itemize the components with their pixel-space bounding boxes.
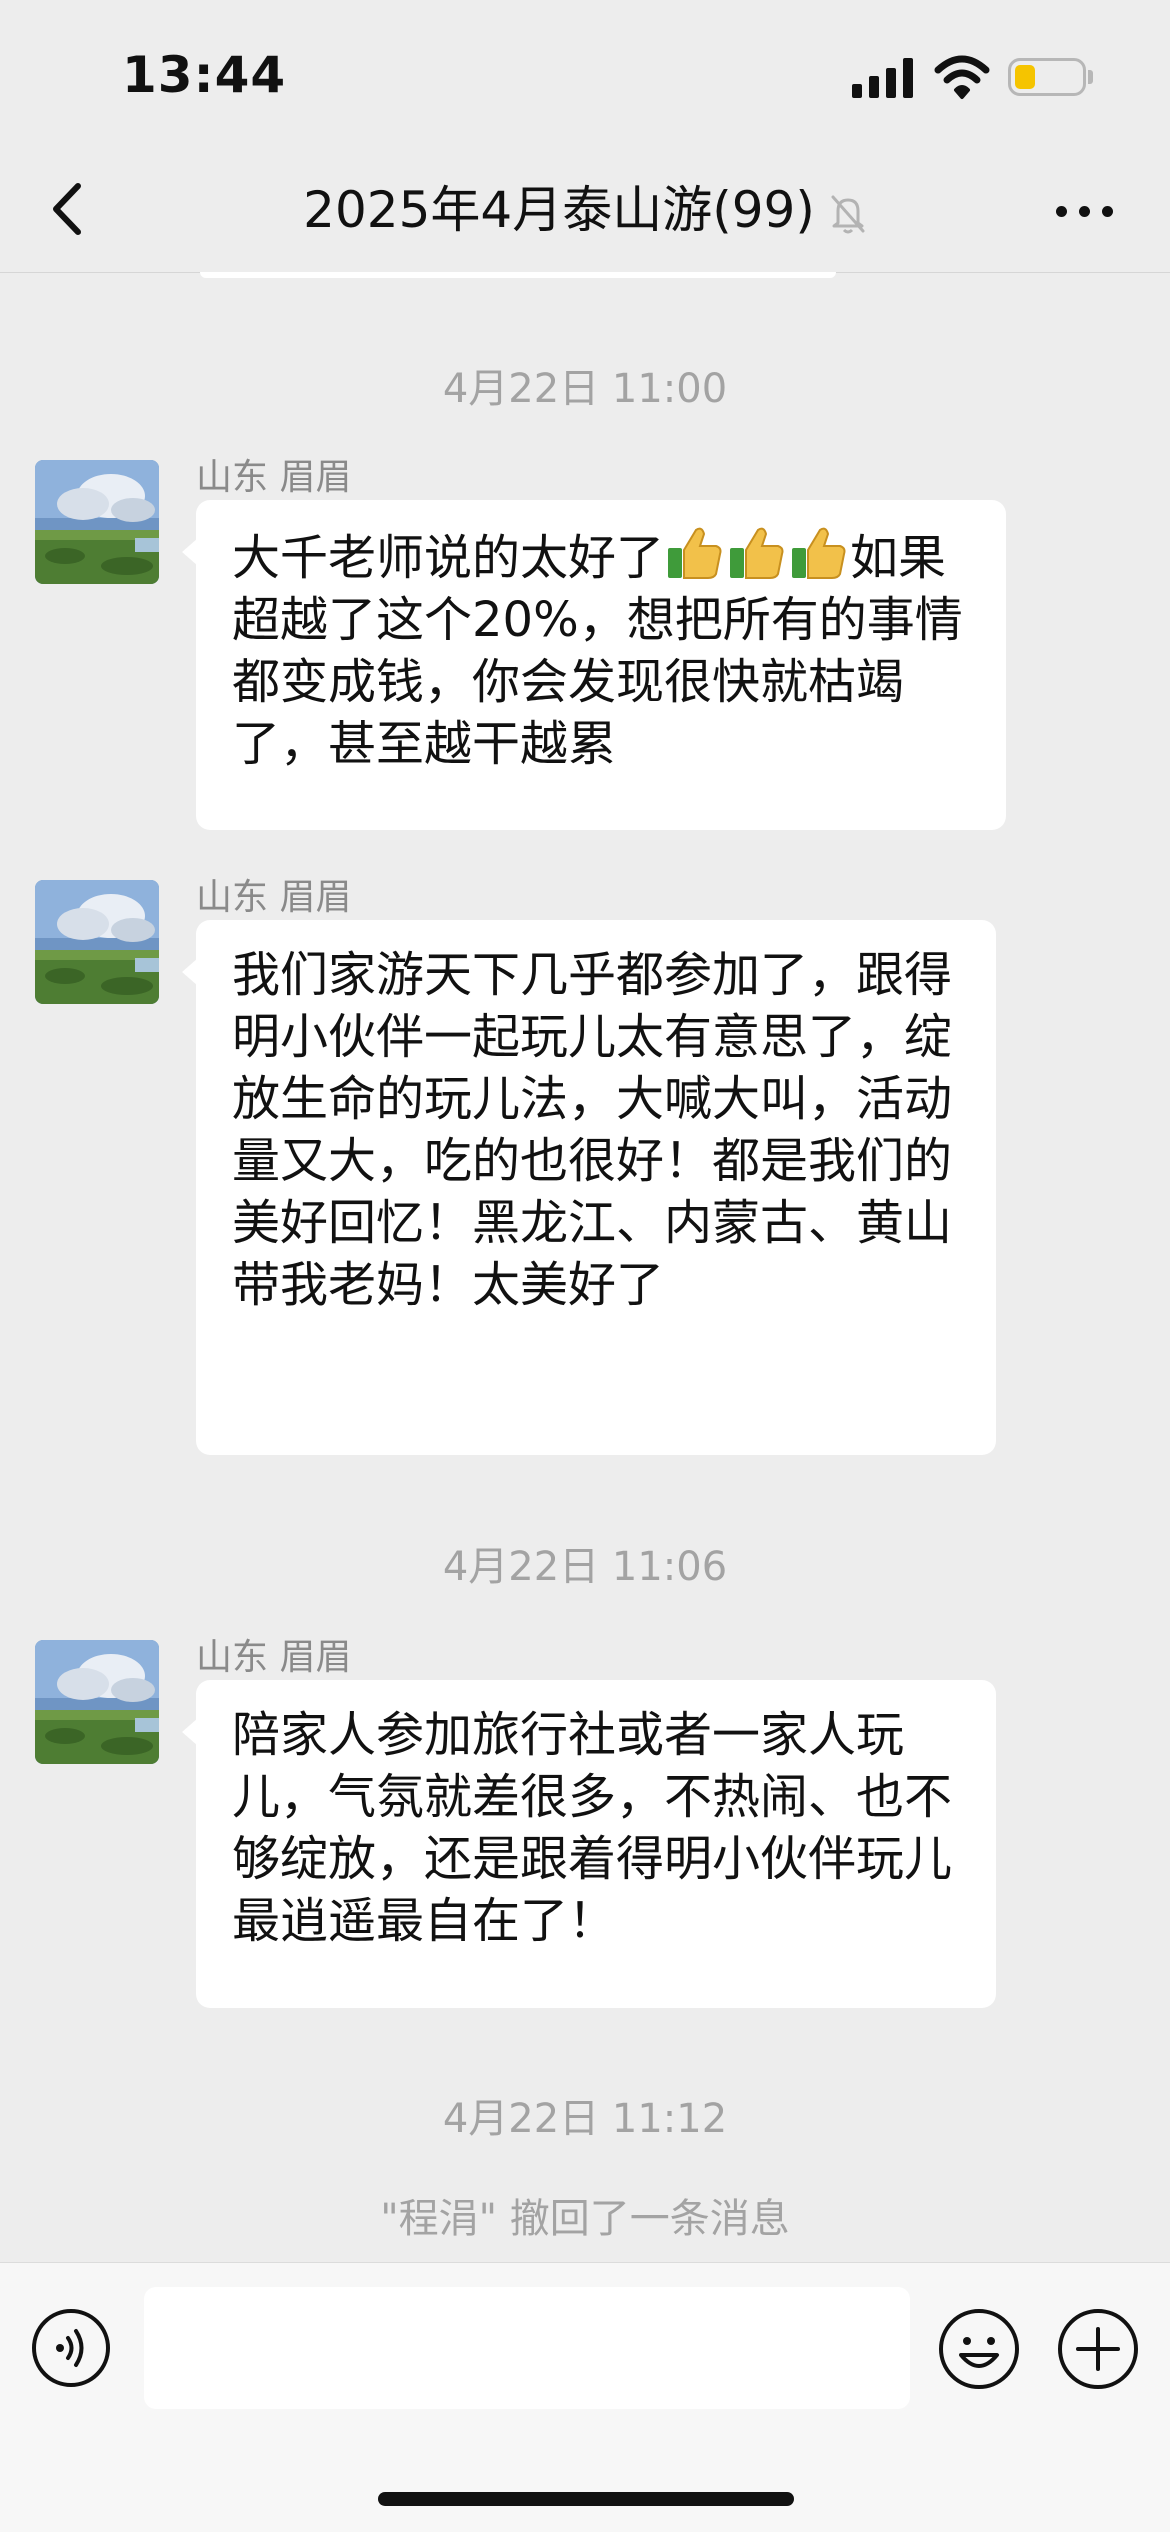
avatar-image <box>35 880 159 1004</box>
chat-screen: 13:44 2025年4月泰山游(99) 4月22日 11:00 山东 眉眉 大… <box>0 0 1170 2532</box>
avatar[interactable] <box>35 1640 159 1764</box>
signal-icon <box>852 58 914 98</box>
timestamp: 4月22日 11:12 <box>442 2096 728 2142</box>
message-bubble[interactable]: 陪家人参加旅行社或者一家人玩儿，气氛就差很多，不热闹、也不够绽放，还是跟着得明小… <box>182 1680 996 2008</box>
voice-icon[interactable] <box>30 2307 112 2389</box>
home-indicator <box>378 2492 794 2506</box>
message-text: 大千老师说的太好了 <box>232 530 665 586</box>
message-bubble[interactable]: 我们家游天下几乎都参加了，跟得明小伙伴一起玩儿太有意思了，绽放生命的玩儿法，大喊… <box>182 920 996 1455</box>
wifi-icon <box>934 55 990 99</box>
battery-icon <box>1008 58 1086 96</box>
sender-name: 山东 眉眉 <box>196 457 352 498</box>
chevron-left-icon[interactable] <box>38 174 98 244</box>
chat-title: 2025年4月泰山游(99) <box>150 178 1020 242</box>
sender-name: 山东 眉眉 <box>196 877 352 918</box>
status-time: 13:44 <box>122 46 287 104</box>
emoji-icon[interactable] <box>937 2307 1021 2391</box>
battery-level <box>1015 65 1035 89</box>
thumbs-up-icon <box>790 524 848 580</box>
avatar-image <box>35 460 159 584</box>
status-bar: 13:44 <box>0 0 1170 150</box>
sender-name: 山东 眉眉 <box>196 1637 352 1678</box>
chat-title-text: 2025年4月泰山游(99) <box>303 181 815 239</box>
thumbs-up-icon <box>728 524 786 580</box>
timestamp: 4月22日 11:00 <box>442 366 728 412</box>
battery-cap <box>1088 70 1093 84</box>
message-text: 我们家游天下几乎都参加了，跟得明小伙伴一起玩儿太有意思了，绽放生命的玩儿法，大喊… <box>232 947 953 1313</box>
avatar[interactable] <box>35 880 159 1004</box>
message-bubble[interactable]: 大千老师说的太好了 如果超越了这个20%，想把所有的事情都变成钱，你会发现很快就枯… <box>182 500 1006 830</box>
message-input[interactable] <box>144 2287 910 2409</box>
recall-notice: "程涓" 撤回了一条消息 <box>380 2196 790 2242</box>
bell-muted-icon <box>831 195 865 233</box>
message-text: 陪家人参加旅行社或者一家人玩儿，气氛就差很多，不热闹、也不够绽放，还是跟着得明小… <box>232 1707 953 1949</box>
avatar[interactable] <box>35 460 159 584</box>
previous-bubble-edge <box>200 272 836 278</box>
plus-circle-icon[interactable] <box>1056 2307 1140 2391</box>
nav-bar: 2025年4月泰山游(99) <box>0 150 1170 273</box>
avatar-image <box>35 1640 159 1764</box>
thumbs-up-icon <box>666 524 724 580</box>
timestamp: 4月22日 11:06 <box>442 1544 728 1590</box>
more-dots-icon[interactable] <box>1050 180 1120 240</box>
